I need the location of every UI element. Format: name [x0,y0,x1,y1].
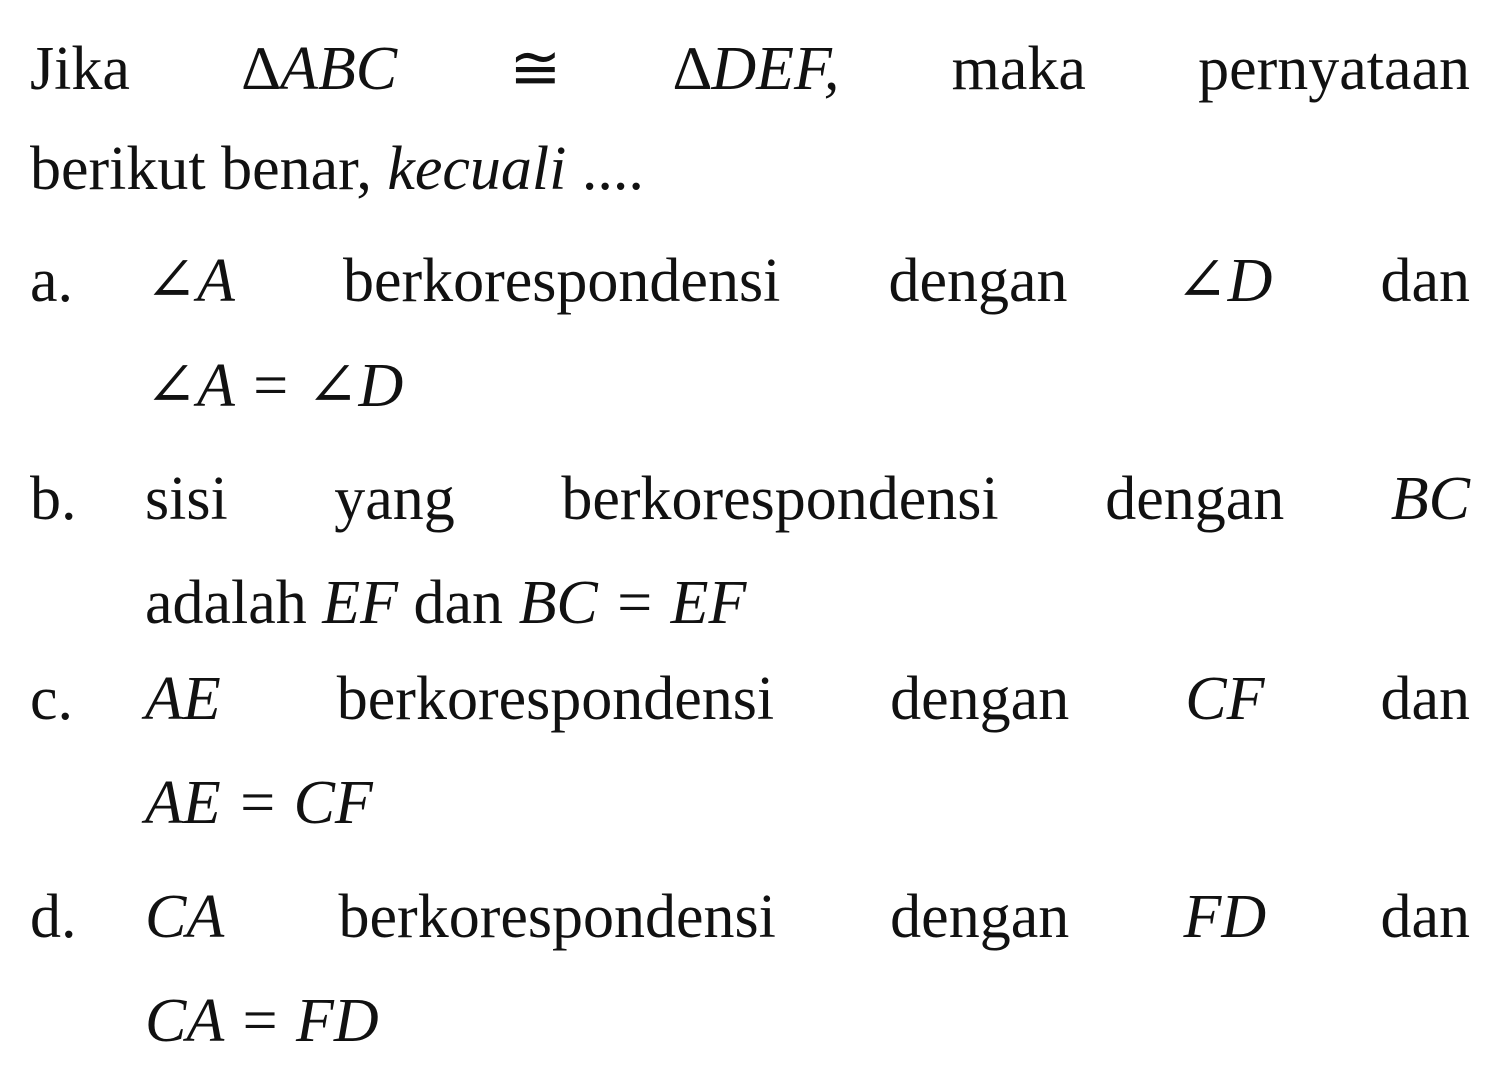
word: dan [1380,665,1471,733]
option-c-label: c. [30,665,74,733]
word: berkorespondensi [561,465,999,533]
word: Jika [30,35,130,103]
math: ∠A [145,247,235,315]
word: dengan [890,665,1070,733]
question-line-1: Jika ∆ABC ≅ ∆DEF, maka pernyataan [30,38,1470,100]
option-a-label: a. [30,247,74,315]
word: berkorespondensi [338,883,776,951]
congruent-symbol: ≅ [509,35,562,103]
word: berkorespondensi [342,247,781,315]
option-b-line-2: adalah EF dan BC = EF [145,572,746,634]
word: berikut benar, [30,135,372,203]
word: dengan [888,247,1068,315]
option-a-line-2: ∠A = ∠D [145,352,404,420]
word: adalah [145,569,307,637]
option-a-line-1: ∠A berkorespondensi dengan ∠D dan [145,250,1470,312]
word: maka [951,35,1086,103]
option-d-line-2: CA = FD [145,987,379,1055]
math-triangle-def: ∆DEF, [673,35,840,103]
option-c-line-2: AE = CF [145,769,373,837]
option-c-line-1: AE berkorespondensi dengan CF dan [145,668,1470,730]
word: dan [1380,247,1471,315]
question-line-2: berikut benar, kecuali .... [30,138,644,200]
word: sisi [145,465,228,533]
word: pernyataan [1198,35,1471,103]
option-d-line-1: CA berkorespondensi dengan FD dan [145,886,1470,948]
word: dengan [890,883,1070,951]
option-d-label: d. [30,883,77,951]
math: ∠D [1175,247,1273,315]
word: berkorespondensi [336,665,775,733]
math: CF [1185,665,1265,733]
word: dan [413,569,504,637]
option-b-line-1: sisi yang berkorespondensi dengan BC [145,468,1470,530]
math: AE [145,665,221,733]
word: yang [334,465,455,533]
word: dan [1380,883,1470,951]
italic-kecuali: kecuali [387,135,567,203]
math: CA [145,883,225,951]
word: dengan [1105,465,1285,533]
math: BC = EF [518,569,747,637]
option-b-label: b. [30,465,77,533]
math-triangle-abc: ∆ABC [242,35,398,103]
math: EF [322,569,399,637]
math: FD [1183,883,1267,951]
ellipsis: .... [581,135,644,203]
math: BC [1390,465,1470,533]
